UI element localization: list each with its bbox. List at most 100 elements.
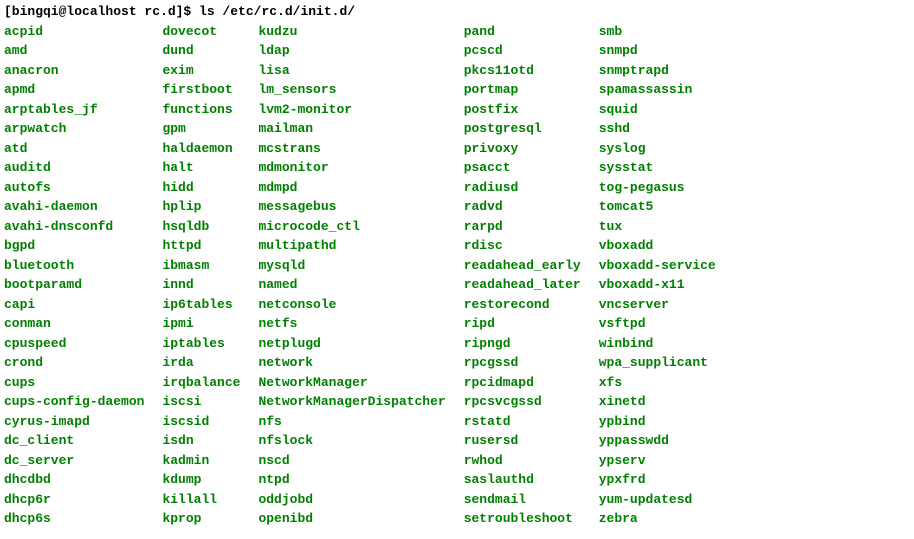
- file-entry: irqbalance: [162, 373, 258, 393]
- file-entry: avahi-daemon: [4, 197, 162, 217]
- file-entry: rstatd: [464, 412, 599, 432]
- file-entry: apmd: [4, 80, 162, 100]
- file-entry: xfs: [599, 373, 716, 393]
- file-entry: mailman: [258, 119, 463, 139]
- file-entry: ypserv: [599, 451, 716, 471]
- column-0: acpidamdanacronapmdarptables_jfarpwatcha…: [4, 22, 162, 529]
- ls-output: acpidamdanacronapmdarptables_jfarpwatcha…: [4, 22, 910, 529]
- file-entry: openibd: [258, 509, 463, 529]
- file-entry: netconsole: [258, 295, 463, 315]
- file-entry: rarpd: [464, 217, 599, 237]
- file-entry: gpm: [162, 119, 258, 139]
- file-entry: ypbind: [599, 412, 716, 432]
- file-entry: yppasswdd: [599, 431, 716, 451]
- file-entry: halt: [162, 158, 258, 178]
- column-1: dovecotdundeximfirstbootfunctionsgpmhald…: [162, 22, 258, 529]
- file-entry: ip6tables: [162, 295, 258, 315]
- file-entry: tog-pegasus: [599, 178, 716, 198]
- file-entry: vboxadd-x11: [599, 275, 716, 295]
- file-entry: bluetooth: [4, 256, 162, 276]
- file-entry: postfix: [464, 100, 599, 120]
- file-entry: network: [258, 353, 463, 373]
- file-entry: rwhod: [464, 451, 599, 471]
- file-entry: messagebus: [258, 197, 463, 217]
- file-entry: syslog: [599, 139, 716, 159]
- file-entry: hsqldb: [162, 217, 258, 237]
- file-entry: iptables: [162, 334, 258, 354]
- file-entry: sendmail: [464, 490, 599, 510]
- file-entry: mcstrans: [258, 139, 463, 159]
- file-entry: lm_sensors: [258, 80, 463, 100]
- file-entry: snmpd: [599, 41, 716, 61]
- file-entry: dc_server: [4, 451, 162, 471]
- file-entry: exim: [162, 61, 258, 81]
- file-entry: rpcgssd: [464, 353, 599, 373]
- file-entry: spamassassin: [599, 80, 716, 100]
- file-entry: dc_client: [4, 431, 162, 451]
- file-entry: ripd: [464, 314, 599, 334]
- file-entry: bootparamd: [4, 275, 162, 295]
- file-entry: iscsi: [162, 392, 258, 412]
- column-3: pandpcscdpkcs11otdportmappostfixpostgres…: [464, 22, 599, 529]
- file-entry: pkcs11otd: [464, 61, 599, 81]
- file-entry: NetworkManager: [258, 373, 463, 393]
- file-entry: tomcat5: [599, 197, 716, 217]
- file-entry: multipathd: [258, 236, 463, 256]
- file-entry: vncserver: [599, 295, 716, 315]
- file-entry: kadmin: [162, 451, 258, 471]
- file-entry: netfs: [258, 314, 463, 334]
- file-entry: portmap: [464, 80, 599, 100]
- file-entry: amd: [4, 41, 162, 61]
- file-entry: radiusd: [464, 178, 599, 198]
- file-entry: rusersd: [464, 431, 599, 451]
- file-entry: vboxadd-service: [599, 256, 716, 276]
- file-entry: innd: [162, 275, 258, 295]
- file-entry: mdmpd: [258, 178, 463, 198]
- file-entry: snmptrapd: [599, 61, 716, 81]
- file-entry: cpuspeed: [4, 334, 162, 354]
- file-entry: setroubleshoot: [464, 509, 599, 529]
- file-entry: lisa: [258, 61, 463, 81]
- file-entry: bgpd: [4, 236, 162, 256]
- file-entry: acpid: [4, 22, 162, 42]
- file-entry: ipmi: [162, 314, 258, 334]
- file-entry: wpa_supplicant: [599, 353, 716, 373]
- file-entry: conman: [4, 314, 162, 334]
- file-entry: capi: [4, 295, 162, 315]
- file-entry: smb: [599, 22, 716, 42]
- file-entry: lvm2-monitor: [258, 100, 463, 120]
- file-entry: ibmasm: [162, 256, 258, 276]
- file-entry: haldaemon: [162, 139, 258, 159]
- file-entry: isdn: [162, 431, 258, 451]
- file-entry: rdisc: [464, 236, 599, 256]
- file-entry: atd: [4, 139, 162, 159]
- file-entry: dhcdbd: [4, 470, 162, 490]
- file-entry: kdump: [162, 470, 258, 490]
- file-entry: restorecond: [464, 295, 599, 315]
- file-entry: readahead_later: [464, 275, 599, 295]
- file-entry: postgresql: [464, 119, 599, 139]
- file-entry: winbind: [599, 334, 716, 354]
- file-entry: saslauthd: [464, 470, 599, 490]
- file-entry: httpd: [162, 236, 258, 256]
- file-entry: dovecot: [162, 22, 258, 42]
- file-entry: killall: [162, 490, 258, 510]
- file-entry: ntpd: [258, 470, 463, 490]
- column-2: kudzuldaplisalm_sensorslvm2-monitormailm…: [258, 22, 463, 529]
- file-entry: firstboot: [162, 80, 258, 100]
- file-entry: auditd: [4, 158, 162, 178]
- file-entry: privoxy: [464, 139, 599, 159]
- file-entry: pcscd: [464, 41, 599, 61]
- file-entry: crond: [4, 353, 162, 373]
- file-entry: NetworkManagerDispatcher: [258, 392, 463, 412]
- file-entry: mysqld: [258, 256, 463, 276]
- file-entry: ripngd: [464, 334, 599, 354]
- file-entry: microcode_ctl: [258, 217, 463, 237]
- file-entry: hidd: [162, 178, 258, 198]
- file-entry: radvd: [464, 197, 599, 217]
- file-entry: oddjobd: [258, 490, 463, 510]
- file-entry: kprop: [162, 509, 258, 529]
- file-entry: irda: [162, 353, 258, 373]
- file-entry: mdmonitor: [258, 158, 463, 178]
- column-4: smbsnmpdsnmptrapdspamassassinsquidsshdsy…: [599, 22, 716, 529]
